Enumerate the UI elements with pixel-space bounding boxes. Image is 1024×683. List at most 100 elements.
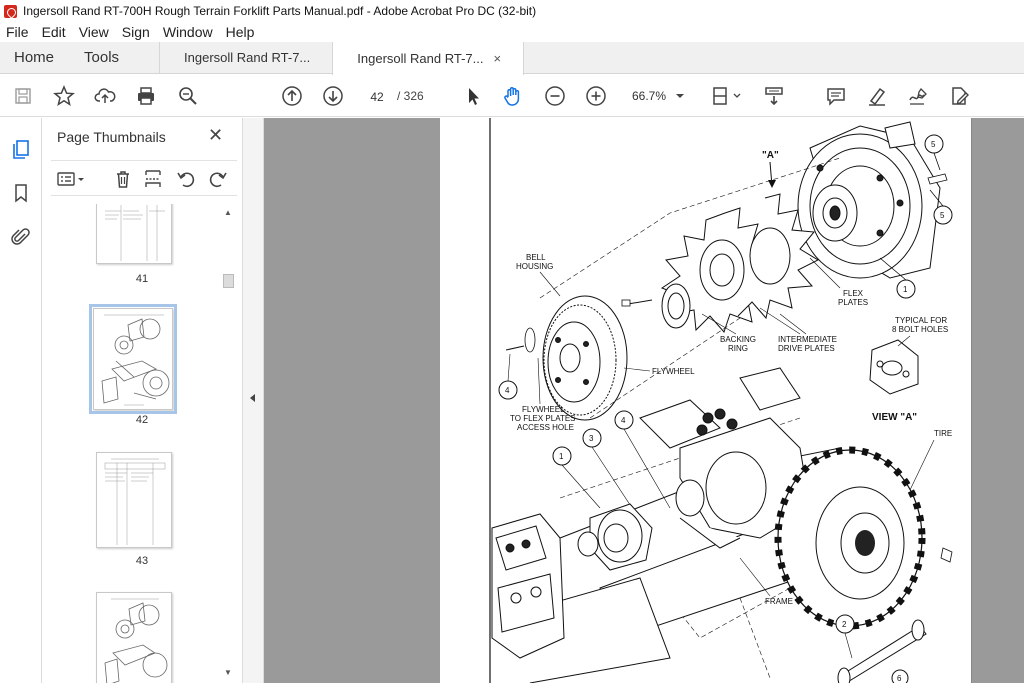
label-ring: RING (728, 344, 748, 353)
thumbnail-label-43: 43 (135, 555, 149, 567)
thumbnail-toolbar (51, 160, 237, 196)
prev-page-icon[interactable] (281, 84, 303, 108)
page-thumbnails-icon[interactable] (10, 138, 32, 160)
fill-sign-icon[interactable] (948, 84, 970, 108)
scroll-down-icon[interactable]: ▼ (224, 668, 232, 677)
print-icon[interactable] (135, 84, 157, 108)
insert-pages-icon[interactable] (142, 168, 164, 190)
flywheel-drawing (542, 295, 628, 421)
zoom-value: 66.7% (632, 89, 667, 103)
label-flywheel: FLYWHEEL (652, 367, 695, 376)
thumbnail-page-42[interactable] (89, 304, 177, 414)
bookmark-icon[interactable] (10, 182, 32, 204)
view-a-callout: "A" (762, 150, 779, 161)
sign-icon[interactable] (907, 84, 929, 108)
rotate-right-icon[interactable] (207, 168, 229, 190)
label-frame: FRAME (765, 597, 793, 606)
label-bolt-holes: 8 BOLT HOLES (892, 325, 948, 334)
next-page-icon[interactable] (322, 84, 344, 108)
save-icon[interactable] (12, 84, 34, 108)
chevron-down-icon (676, 94, 684, 98)
label-tire: TIRE (934, 429, 952, 438)
delete-icon[interactable] (112, 168, 134, 190)
tab-close-icon[interactable]: × (493, 51, 501, 66)
star-icon[interactable] (53, 84, 75, 108)
callout-1-lower: 1 (559, 452, 564, 461)
title-bar: Ingersoll Rand RT-700H Rough Terrain For… (0, 0, 1024, 22)
toolbar: 42 / 326 66.7% (0, 75, 1024, 117)
pdf-page: "A" 5 5 1 FLEX PLATES TYPICAL FOR 8 BOLT… (440, 118, 972, 683)
scrollbar-thumb[interactable] (223, 274, 234, 288)
callout-4-lower: 4 (621, 416, 626, 425)
thumbnail-page-44[interactable] (96, 592, 172, 683)
comment-icon[interactable] (825, 84, 847, 108)
label-intermediate: INTERMEDIATE (778, 335, 837, 344)
callout-3: 4 (505, 386, 510, 395)
highlight-icon[interactable] (866, 84, 888, 108)
tab-document-2[interactable]: Ingersoll Rand RT-7... × (332, 42, 525, 75)
scroll-up-icon[interactable]: ▲ (224, 208, 232, 217)
callout-5-top: 5 (940, 211, 945, 220)
view-a-detail (869, 339, 919, 395)
menu-file[interactable]: File (6, 24, 29, 40)
callout-6: 6 (897, 674, 902, 683)
acrobat-logo-icon (4, 4, 17, 18)
zoom-out-icon[interactable] (544, 84, 566, 108)
attachment-icon[interactable] (10, 226, 32, 248)
label-plates: PLATES (838, 298, 868, 307)
callout-5-lower: 3 (589, 434, 594, 443)
window-title: Ingersoll Rand RT-700H Rough Terrain For… (23, 4, 537, 18)
upload-icon[interactable] (94, 84, 116, 108)
rotate-left-icon[interactable] (175, 168, 197, 190)
search-zoom-icon[interactable] (177, 84, 199, 108)
label-typical-for: TYPICAL FOR (895, 316, 947, 325)
thumbnail-label-41: 41 (135, 273, 149, 285)
menu-bar: File Edit View Sign Window Help (0, 22, 1024, 42)
label-drive-plates: DRIVE PLATES (778, 344, 835, 353)
menu-view[interactable]: View (79, 24, 109, 40)
thumbnail-label-42: 42 (135, 414, 149, 426)
tab-tools[interactable]: Tools (68, 42, 159, 73)
label-flex: FLEX (843, 289, 864, 298)
label-view-a: VIEW "A" (872, 412, 917, 423)
label-access-flex: TO FLEX PLATES (510, 414, 576, 423)
panel-title: Page Thumbnails (57, 129, 166, 145)
engine-block-drawing (491, 513, 565, 659)
thumbnail-scrollbar[interactable]: ▲ ▼ (220, 204, 236, 683)
callout-1-top: 1 (903, 285, 908, 294)
callout-2: 2 (842, 620, 847, 629)
label-bell: BELL (526, 253, 546, 262)
menu-window[interactable]: Window (163, 24, 213, 40)
select-arrow-icon[interactable] (462, 84, 484, 108)
thumbnail-page-43[interactable] (96, 452, 172, 548)
tab-bar: Home Tools Ingersoll Rand RT-7... Ingers… (0, 42, 1024, 75)
label-backing: BACKING (720, 335, 756, 344)
tools-rail (0, 118, 42, 683)
engine-housing-drawing (797, 121, 941, 279)
thumbnail-options-icon[interactable] (55, 168, 91, 190)
exploded-parts-diagram: "A" 5 5 1 FLEX PLATES TYPICAL FOR 8 BOLT… (489, 118, 972, 683)
fit-page-icon[interactable] (710, 84, 744, 108)
tire-drawing (774, 446, 926, 630)
menu-help[interactable]: Help (226, 24, 255, 40)
thumbnail-list: 41 42 43 (43, 204, 241, 683)
thumbnail-page-41[interactable] (96, 204, 172, 264)
page-number-input[interactable]: 42 (362, 85, 392, 107)
thumbnails-panel: Page Thumbnails ✕ 41 42 43 ▲ ▼ (43, 118, 241, 683)
menu-sign[interactable]: Sign (122, 24, 150, 40)
label-housing: HOUSING (516, 262, 553, 271)
panel-collapse-handle[interactable] (242, 118, 264, 683)
scroll-mode-icon[interactable] (763, 84, 785, 108)
tab-home[interactable]: Home (0, 42, 68, 73)
zoom-dropdown[interactable]: 66.7% (626, 85, 690, 107)
tab-document-2-label: Ingersoll Rand RT-7... (357, 51, 484, 66)
tab-document-1[interactable]: Ingersoll Rand RT-7... (159, 42, 332, 73)
close-icon[interactable]: ✕ (208, 125, 223, 146)
menu-edit[interactable]: Edit (42, 24, 66, 40)
hand-icon[interactable] (502, 84, 524, 108)
label-access-hole: ACCESS HOLE (517, 423, 574, 432)
zoom-in-icon[interactable] (585, 84, 607, 108)
label-access-flywheel: FLYWHEEL (522, 405, 565, 414)
tab-document-1-label: Ingersoll Rand RT-7... (184, 50, 311, 65)
document-viewer[interactable]: "A" 5 5 1 FLEX PLATES TYPICAL FOR 8 BOLT… (264, 118, 1024, 683)
